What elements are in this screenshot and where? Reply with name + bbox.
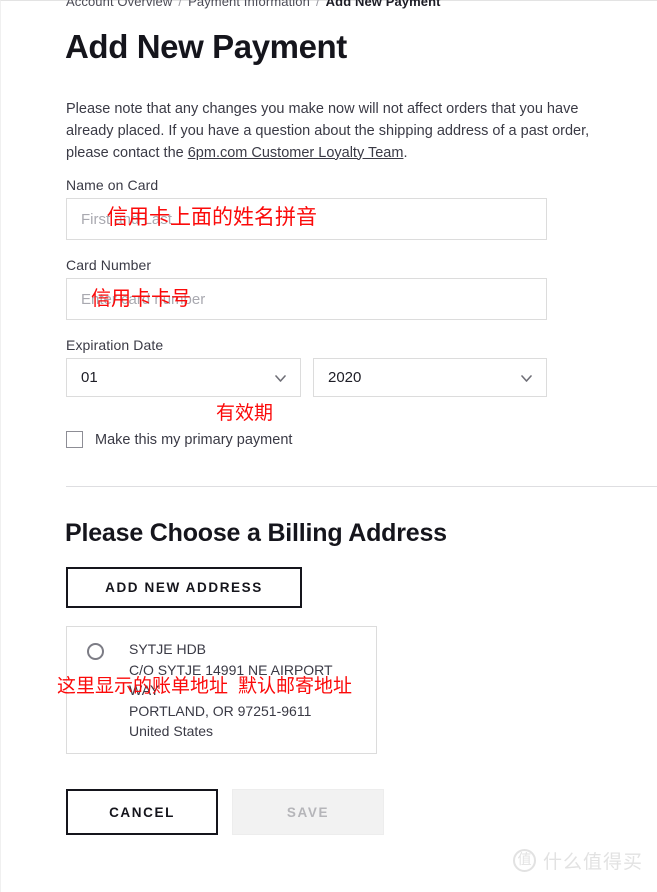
billing-address-radio[interactable] [87, 643, 104, 660]
breadcrumb-account-overview[interactable]: Account Overview [66, 0, 172, 9]
breadcrumb-payment-information[interactable]: Payment Information [188, 0, 310, 9]
add-new-address-button[interactable]: ADD NEW ADDRESS [66, 567, 302, 608]
watermark-text: 什么值得买 [542, 851, 643, 873]
address-line-street-2: WAY [129, 682, 160, 698]
address-line-street-1: C/O SYTJE 14991 NE AIRPORT [129, 661, 333, 678]
breadcrumb-separator-2: / [315, 0, 320, 9]
primary-payment-checkbox-row[interactable]: Make this my primary payment [66, 431, 292, 448]
card-number-label: Card Number [66, 257, 152, 273]
add-new-payment-page: Account Overview / Payment Information / Add… [0, 0, 657, 892]
intro-paragraph: Please note that any changes you make no… [66, 98, 611, 164]
page-title: Add New Payment [65, 28, 347, 65]
intro-text-after: . [403, 144, 408, 161]
expiration-year-select[interactable]: 2020 [313, 358, 547, 397]
chevron-down-icon [275, 373, 286, 384]
primary-payment-checkbox[interactable] [66, 431, 83, 448]
section-divider [66, 486, 657, 487]
billing-address-section-title: Please Choose a Billing Address [65, 519, 447, 547]
primary-payment-label: Make this my primary payment [95, 431, 293, 448]
breadcrumb-separator-1: / [178, 0, 183, 9]
address-line-name: SYTJE HDB [129, 641, 207, 657]
name-on-card-input[interactable] [66, 198, 547, 240]
name-on-card-label: Name on Card [66, 177, 159, 193]
customer-loyalty-team-link[interactable]: 6pm.com Customer Loyalty Team [188, 145, 404, 161]
expiration-month-value: 01 [81, 369, 98, 386]
breadcrumb-current: Add New Payment [325, 0, 441, 9]
billing-address-option[interactable]: SYTJE HDB C/O SYTJE 14991 NE AIRPORT WAY… [66, 626, 377, 754]
address-line-country: United States [129, 723, 214, 739]
chevron-down-icon [521, 373, 532, 384]
save-button[interactable]: SAVE [232, 789, 384, 835]
cancel-button[interactable]: CANCEL [66, 789, 218, 835]
expiration-date-label: Expiration Date [66, 337, 164, 353]
watermark-logo-icon: 值 [512, 849, 536, 872]
card-number-input[interactable] [66, 278, 547, 320]
billing-address-text: SYTJE HDB C/O SYTJE 14991 NE AIRPORT WAY… [129, 639, 333, 742]
breadcrumb: Account Overview / Payment Information / Add… [66, 0, 441, 9]
watermark: 值 什么值得买 [512, 847, 643, 874]
expiration-year-value: 2020 [328, 369, 362, 386]
expiration-month-select[interactable]: 01 [66, 358, 301, 397]
address-line-city-state-zip: PORTLAND, OR 97251-9611 [129, 702, 312, 719]
annotation-expiration: 有效期 [216, 402, 274, 424]
